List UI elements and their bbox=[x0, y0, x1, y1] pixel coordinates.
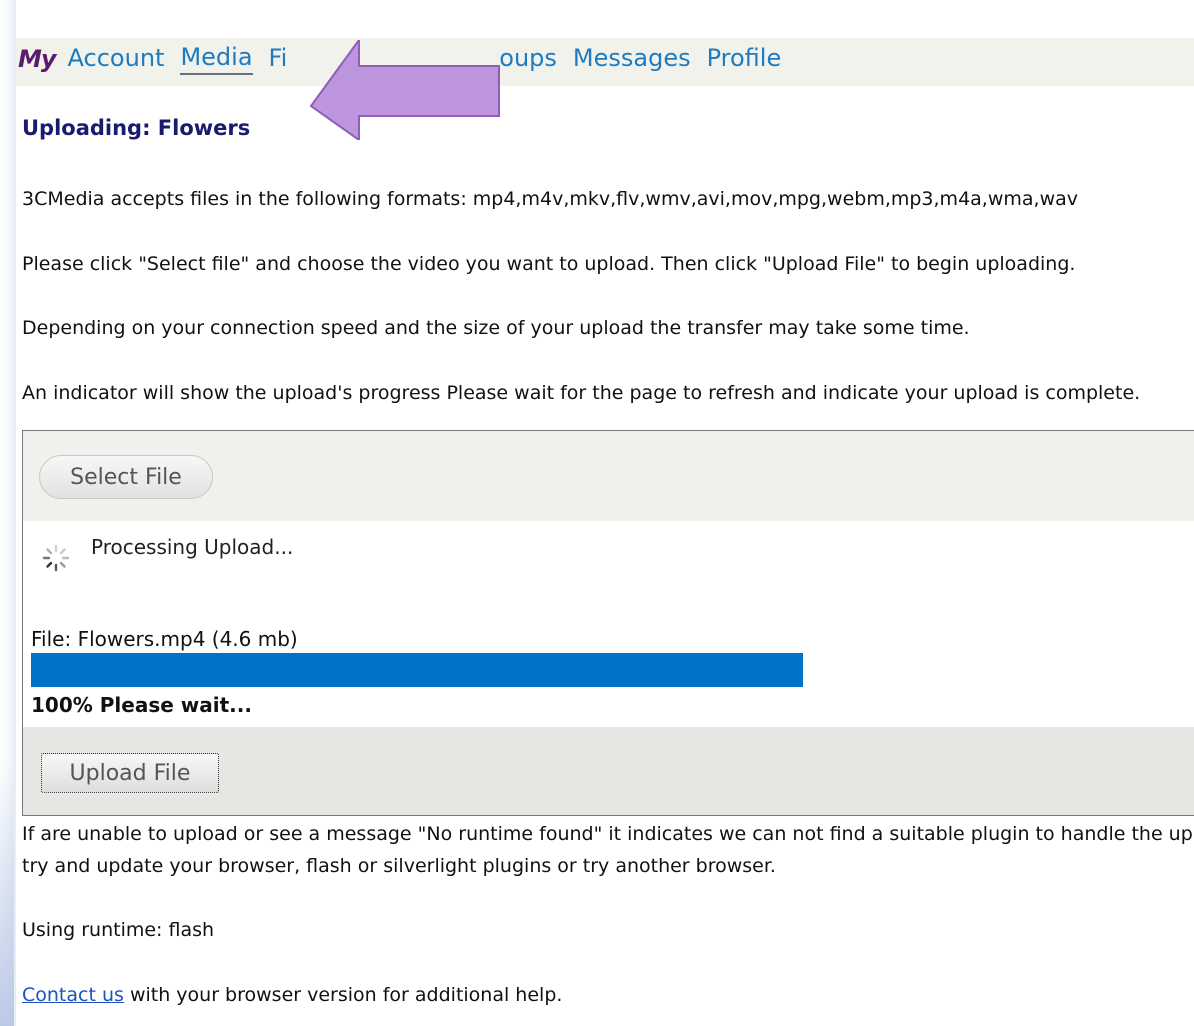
upload-area: Upload File bbox=[23, 727, 1194, 815]
progress-fill bbox=[31, 653, 803, 687]
arrow-annotation-icon bbox=[309, 40, 500, 140]
nav-files-partial[interactable]: Fi bbox=[269, 44, 288, 74]
select-area: Select File bbox=[23, 431, 1194, 521]
progress-bar bbox=[31, 653, 803, 687]
runtime-note-line2: try and update your browser, flash or si… bbox=[22, 855, 776, 877]
processing-text: Processing Upload... bbox=[91, 535, 294, 559]
nav-messages[interactable]: Messages bbox=[573, 44, 691, 74]
contact-suffix: with your browser version for additional… bbox=[123, 984, 563, 1006]
loading-spinner-icon bbox=[42, 544, 70, 572]
formats-text: 3CMedia accepts files in the following f… bbox=[22, 188, 1078, 210]
nav-profile[interactable]: Profile bbox=[707, 44, 782, 74]
page: My Account Media Fi oups Messages Profil… bbox=[16, 38, 1194, 1026]
contact-line: Contact us with your browser version for… bbox=[22, 984, 562, 1006]
page-title: Uploading: Flowers bbox=[22, 116, 251, 140]
speed-text: Depending on your connection speed and t… bbox=[22, 317, 970, 339]
upload-file-button[interactable]: Upload File bbox=[41, 753, 219, 793]
indicator-text: An indicator will show the upload's prog… bbox=[22, 382, 1141, 404]
runtime-note-line1: If are unable to upload or see a message… bbox=[22, 823, 1194, 845]
top-navigation: My Account Media Fi oups Messages Profil… bbox=[16, 38, 1194, 86]
nav-media[interactable]: Media bbox=[180, 43, 253, 75]
select-file-button[interactable]: Select File bbox=[39, 455, 213, 499]
brand-my: My bbox=[18, 45, 57, 73]
processing-row: Processing Upload... bbox=[23, 521, 1194, 587]
runtime-used-text: Using runtime: flash bbox=[22, 919, 215, 941]
file-info: File: Flowers.mp4 (4.6 mb) bbox=[31, 627, 298, 651]
left-edge-gradient bbox=[0, 760, 14, 1026]
progress-text: 100% Please wait... bbox=[31, 693, 252, 717]
upload-widget: Select File Processing Upload... File: F… bbox=[22, 430, 1194, 816]
nav-account[interactable]: Account bbox=[68, 44, 165, 74]
instructions-text: Please click "Select file" and choose th… bbox=[22, 253, 1076, 275]
contact-us-link[interactable]: Contact us bbox=[22, 984, 124, 1006]
